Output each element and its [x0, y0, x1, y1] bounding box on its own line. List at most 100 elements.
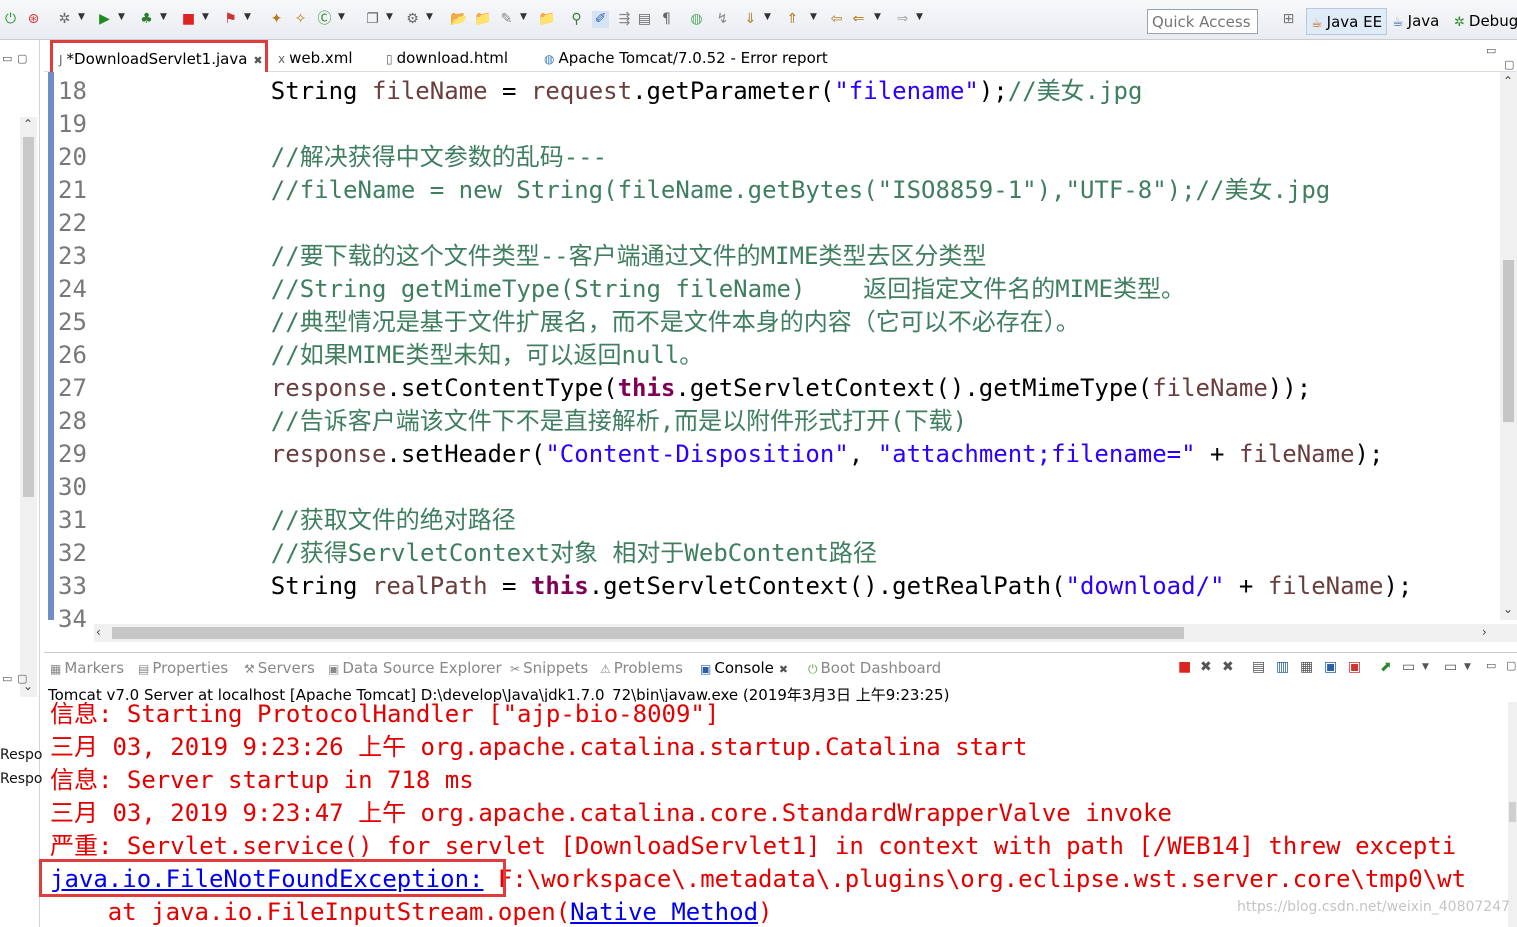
minimize-icon[interactable]: ▭: [1486, 44, 1496, 57]
run-icon[interactable]: ▶: [96, 11, 113, 28]
open-project-icon[interactable]: 📂: [450, 11, 467, 28]
line-number: 27: [58, 374, 87, 402]
console-scrollbar[interactable]: [1508, 702, 1517, 927]
scroll-left-icon[interactable]: ‹: [96, 625, 101, 639]
tab-label: Console: [714, 659, 774, 677]
tab-problems[interactable]: ⚠ Problems: [600, 659, 683, 677]
close-icon[interactable]: ✖: [779, 663, 788, 676]
word-wrap-icon[interactable]: ▦: [1300, 659, 1313, 675]
chevron-down-icon[interactable]: ▼: [810, 13, 819, 22]
show-whitespace-icon[interactable]: ▤: [636, 11, 653, 28]
chevron-down-icon[interactable]: ▼: [764, 13, 773, 22]
scroll-down-icon[interactable]: ⌄: [1503, 602, 1513, 616]
editor-horizontal-scrollbar[interactable]: ‹ ›: [94, 624, 1517, 642]
quick-access-input[interactable]: [1147, 9, 1258, 34]
remove-launch-icon[interactable]: ✖: [1200, 659, 1212, 675]
scroll-up-icon[interactable]: ⌃: [1503, 74, 1513, 88]
display-console-icon[interactable]: ▭: [1402, 659, 1415, 675]
minimize-icon[interactable]: ▭: [2, 52, 12, 65]
maximize-icon[interactable]: ▢: [17, 52, 27, 65]
open-type-icon[interactable]: ❐: [364, 11, 381, 28]
tab-error-report[interactable]: ◍ Apache Tomcat/7.0.52 - Error report: [538, 44, 834, 72]
new-class-icon[interactable]: ✧: [292, 11, 309, 28]
stop-profile-icon[interactable]: ⊛: [25, 11, 42, 28]
tab-markers[interactable]: ▦ Markers: [50, 659, 124, 677]
show-on-stderr-icon[interactable]: ▣: [1348, 659, 1361, 675]
chevron-down-icon[interactable]: ▼: [202, 13, 211, 22]
run-server-icon[interactable]: ⏻: [2, 11, 19, 28]
code-line: 21 //fileName = new String(fileName.getB…: [58, 174, 1498, 207]
tab-data-source-explorer[interactable]: ▣ Data Source Explorer: [328, 659, 502, 677]
scrollbar-thumb[interactable]: [112, 627, 1184, 639]
show-on-stdout-icon[interactable]: ▣: [1324, 659, 1337, 675]
debug-icon[interactable]: ✲: [56, 11, 73, 28]
tab-boot-dashboard[interactable]: ⏻ Boot Dashboard: [808, 659, 941, 677]
perspective-java-ee[interactable]: ☕ Java EE: [1306, 8, 1388, 35]
scrollbar-thumb[interactable]: [1509, 802, 1516, 822]
chevron-down-icon[interactable]: ▼: [78, 13, 87, 22]
scroll-lock-icon[interactable]: ▥: [1276, 659, 1289, 675]
tab-properties[interactable]: ▤ Properties: [138, 659, 228, 677]
chevron-down-icon[interactable]: ▼: [118, 13, 127, 22]
minimize-icon[interactable]: ▭: [2, 672, 12, 685]
chevron-down-icon[interactable]: ▼: [1422, 662, 1429, 672]
open-console-icon[interactable]: ▭: [1444, 659, 1457, 675]
toggle-mark-occurrences-icon[interactable]: ✐: [592, 11, 609, 28]
scroll-right-icon[interactable]: ›: [1482, 625, 1487, 639]
chevron-down-icon[interactable]: ▼: [386, 13, 395, 22]
tab-console[interactable]: ▣ Console ✖: [700, 659, 788, 677]
scroll-up-icon[interactable]: ⌃: [23, 117, 33, 131]
block-selection-icon[interactable]: ⇶: [616, 11, 633, 28]
web-browser-icon[interactable]: ◍: [688, 11, 705, 28]
maximize-icon[interactable]: ▢: [1504, 58, 1514, 71]
back-icon[interactable]: ⇦: [828, 11, 845, 28]
tab-downloadservlet1-java[interactable]: J *DownloadServlet1.java ✖: [50, 40, 268, 76]
pin-console-icon[interactable]: ⬈: [1380, 659, 1392, 675]
external-tools-icon[interactable]: ⚑: [222, 11, 239, 28]
terminate-icon[interactable]: ■: [1178, 659, 1191, 675]
chevron-down-icon[interactable]: ▼: [338, 13, 347, 22]
maximize-icon[interactable]: ▢: [1506, 659, 1516, 672]
open-folder-icon[interactable]: 📁: [474, 11, 491, 28]
new-package-icon[interactable]: ✦: [268, 11, 285, 28]
chevron-down-icon[interactable]: ▼: [244, 13, 253, 22]
code-editor[interactable]: 18 String fileName = request.getParamete…: [44, 72, 1517, 644]
tab-servers[interactable]: ⚒ Servers: [244, 659, 315, 677]
forward-icon[interactable]: ⇒: [894, 11, 911, 28]
next-annotation-icon[interactable]: ↯: [714, 11, 731, 28]
native-method-link[interactable]: Native Method: [570, 898, 758, 926]
open-perspective-icon[interactable]: ⊞: [1280, 11, 1297, 28]
minimize-icon[interactable]: ▭: [1486, 659, 1496, 672]
new-file-icon[interactable]: Ⓒ: [316, 11, 333, 28]
open-resource-icon[interactable]: 📁: [538, 11, 555, 28]
editor-vertical-scrollbar[interactable]: ⌃ ⌄: [1500, 72, 1517, 620]
search-icon[interactable]: ✎: [498, 11, 515, 28]
chevron-down-icon[interactable]: ▼: [160, 13, 169, 22]
tab-web-xml[interactable]: x web.xml: [272, 44, 359, 72]
toggle-breadcrumb-icon[interactable]: ⚲: [568, 11, 585, 28]
scrollbar-thumb[interactable]: [23, 137, 34, 497]
tab-snippets[interactable]: ✂ Snippets: [510, 659, 588, 677]
chevron-down-icon[interactable]: ▼: [1464, 662, 1471, 672]
terminate-icon[interactable]: ■: [180, 11, 197, 28]
last-edit-icon[interactable]: ⇑: [784, 11, 801, 28]
settings-icon[interactable]: ⚙: [404, 11, 421, 28]
clear-console-icon[interactable]: ▤: [1252, 659, 1265, 675]
close-icon[interactable]: ✖: [253, 54, 262, 67]
scrollbar-thumb[interactable]: [1503, 260, 1514, 422]
chevron-down-icon[interactable]: ▼: [874, 13, 883, 22]
perspective-java[interactable]: ☕ Java: [1388, 8, 1443, 35]
chevron-down-icon[interactable]: ▼: [426, 13, 435, 22]
servers-icon: ⚒: [244, 662, 255, 676]
remove-all-icon[interactable]: ✖: [1222, 659, 1234, 675]
prev-edit-icon[interactable]: ⇓: [742, 11, 759, 28]
chevron-down-icon[interactable]: ▼: [916, 13, 925, 22]
chevron-down-icon[interactable]: ▼: [520, 13, 529, 22]
nav-back-icon[interactable]: ⇐: [850, 11, 867, 28]
maximize-icon[interactable]: ▢: [17, 672, 27, 685]
tab-download-html[interactable]: ▯ download.html: [380, 44, 514, 72]
perspective-debug[interactable]: ✲ Debug: [1450, 8, 1517, 35]
left-panel-scrollbar[interactable]: ⌃ ⌄: [20, 117, 37, 697]
coverage-icon[interactable]: ♣: [138, 11, 155, 28]
pilcrow-icon[interactable]: ¶: [658, 11, 675, 28]
